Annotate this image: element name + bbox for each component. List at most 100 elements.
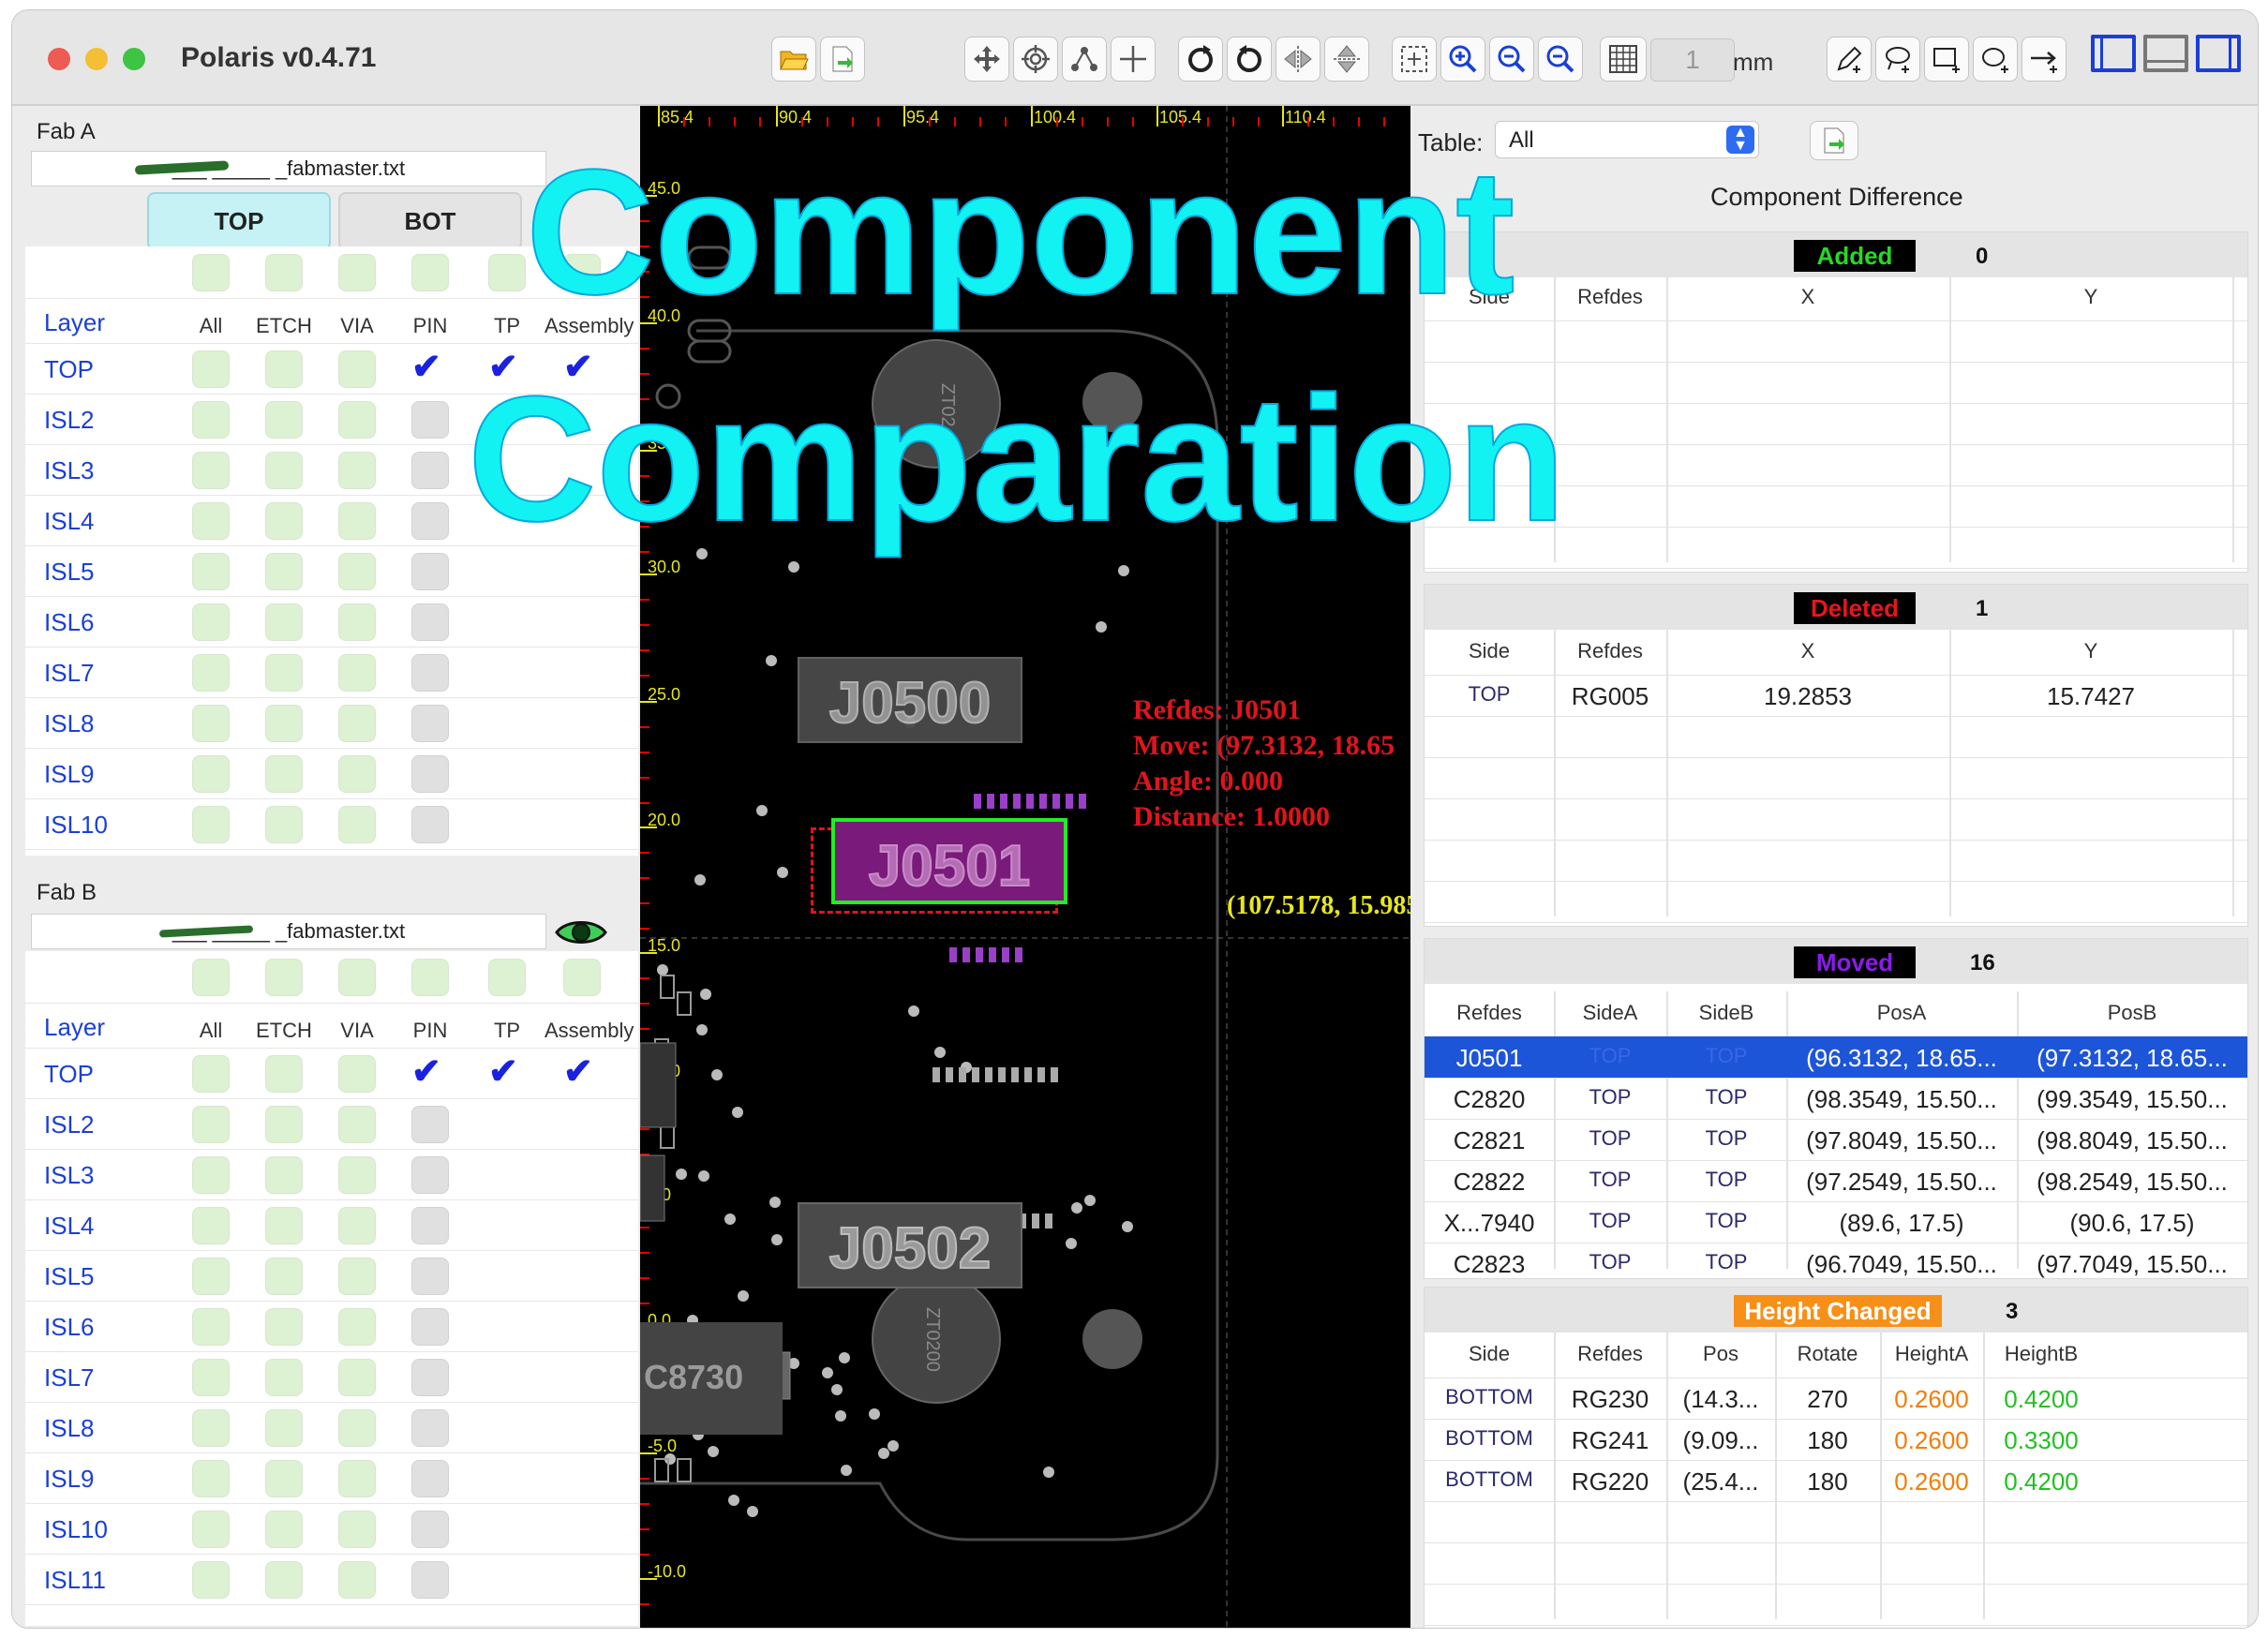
zoom-out-button[interactable] (1489, 37, 1534, 82)
layer-checkbox[interactable] (265, 401, 303, 439)
deleted-col-side[interactable]: Side (1425, 639, 1554, 663)
layer-checkbox[interactable] (265, 1409, 303, 1447)
layer-checkbox[interactable] (265, 1511, 303, 1548)
layer-checkbox[interactable] (338, 1561, 376, 1599)
layer-checkbox[interactable] (338, 1156, 376, 1194)
layer-checkbox[interactable] (192, 401, 230, 439)
layer-pin-checkbox[interactable] (411, 1359, 449, 1396)
layer-checkbox[interactable] (338, 502, 376, 540)
layer-checkbox[interactable] (192, 1207, 230, 1244)
layer-pin-checkbox[interactable] (411, 705, 449, 742)
deleted-col-x[interactable]: X (1666, 639, 1949, 663)
layer-checkbox[interactable] (338, 654, 376, 692)
layer-name[interactable]: ISL9 (44, 760, 95, 789)
layer-name[interactable]: ISL4 (44, 507, 95, 536)
column-toggle-checkbox[interactable] (338, 254, 376, 291)
layer-checkbox[interactable] (192, 350, 230, 388)
layer-name[interactable]: ISL8 (44, 1414, 95, 1443)
layer-name[interactable]: ISL7 (44, 659, 95, 688)
layer-checkbox[interactable] (338, 1308, 376, 1346)
layer-name[interactable]: ISL10 (44, 1515, 108, 1544)
component-c8730-body[interactable]: C8730 (640, 1322, 783, 1435)
layer-checkbox[interactable] (192, 806, 230, 843)
layer-checkbox[interactable] (338, 1511, 376, 1548)
draw-line-button[interactable] (1827, 37, 1872, 82)
table-filter-select[interactable]: All ▲ ▼ (1495, 121, 1759, 158)
layer-checkbox[interactable] (338, 1207, 376, 1244)
checkmark-icon[interactable]: ✔ (563, 1054, 593, 1090)
layer-name[interactable]: TOP (44, 1060, 94, 1089)
moved-col-refdes[interactable]: Refdes (1425, 1001, 1554, 1025)
layer-checkbox[interactable] (192, 1106, 230, 1143)
pan-tool-button[interactable] (964, 37, 1009, 82)
layer-checkbox[interactable] (338, 1409, 376, 1447)
rotate-ccw-button[interactable] (1227, 37, 1272, 82)
layer-checkbox[interactable] (192, 705, 230, 742)
layer-checkbox[interactable] (338, 452, 376, 489)
fab-b-file-field[interactable]: ___ _____ _fabmaster.txt (31, 914, 546, 949)
layer-checkbox[interactable] (338, 1106, 376, 1143)
layer-name[interactable]: ISL8 (44, 709, 95, 738)
layer-pin-checkbox[interactable] (411, 1511, 449, 1548)
layer-name[interactable]: ISL3 (44, 1161, 95, 1190)
moved-col-sidea[interactable]: SideA (1554, 1001, 1666, 1025)
layer-name[interactable]: ISL10 (44, 811, 108, 840)
height-col-side[interactable]: Side (1425, 1342, 1554, 1366)
layer-name[interactable]: ISL9 (44, 1465, 95, 1494)
layer-checkbox[interactable] (338, 806, 376, 843)
draw-ellipse-button[interactable] (1973, 37, 2018, 82)
layer-checkbox[interactable] (192, 755, 230, 793)
layer-checkbox[interactable] (265, 1308, 303, 1346)
moved-col-posb[interactable]: PosB (2017, 1001, 2247, 1025)
layer-checkbox[interactable] (265, 1156, 303, 1194)
layer-checkbox[interactable] (265, 1561, 303, 1599)
layer-checkbox[interactable] (265, 1207, 303, 1244)
moved-col-sideb[interactable]: SideB (1666, 1001, 1786, 1025)
checkmark-icon[interactable]: ✔ (488, 1054, 518, 1090)
column-toggle-checkbox[interactable] (411, 254, 449, 291)
layer-checkbox[interactable] (192, 1511, 230, 1548)
layer-checkbox[interactable] (265, 755, 303, 793)
layer-checkbox[interactable] (338, 401, 376, 439)
component-j0502-body[interactable]: J0502 (798, 1202, 1022, 1288)
layer-checkbox[interactable] (338, 1258, 376, 1295)
layer-checkbox[interactable] (192, 1409, 230, 1447)
layer-checkbox[interactable] (192, 502, 230, 540)
layer-name[interactable]: TOP (44, 355, 94, 384)
right-panel-toggle-icon[interactable] (2196, 35, 2241, 72)
zoom-reset-button[interactable] (1538, 37, 1583, 82)
zoom-in-button[interactable] (1440, 37, 1485, 82)
layer-pin-checkbox[interactable] (411, 1106, 449, 1143)
layer-name[interactable]: ISL4 (44, 1212, 95, 1241)
layer-checkbox[interactable] (192, 603, 230, 641)
net-tool-button[interactable] (1062, 37, 1107, 82)
layer-pin-checkbox[interactable] (411, 1308, 449, 1346)
layer-pin-checkbox[interactable] (411, 755, 449, 793)
layer-pin-checkbox[interactable] (411, 806, 449, 843)
layer-checkbox[interactable] (192, 1258, 230, 1295)
export-table-button[interactable] (1810, 121, 1858, 160)
layer-checkbox[interactable] (338, 1055, 376, 1093)
layer-pin-checkbox[interactable] (411, 401, 449, 439)
draw-arrow-button[interactable] (2022, 37, 2067, 82)
deleted-col-y[interactable]: Y (1949, 639, 2232, 663)
height-col-pos[interactable]: Pos (1666, 1342, 1775, 1366)
layer-checkbox[interactable] (265, 654, 303, 692)
moved-col-posa[interactable]: PosA (1786, 1001, 2017, 1025)
flip-horizontal-button[interactable] (1276, 37, 1321, 82)
zoom-window-button[interactable] (123, 48, 145, 70)
layer-pin-checkbox[interactable] (411, 654, 449, 692)
layer-pin-checkbox[interactable] (411, 452, 449, 489)
minimize-window-button[interactable] (85, 48, 108, 70)
bottom-panel-toggle-icon[interactable] (2143, 35, 2188, 72)
layer-checkbox[interactable] (192, 553, 230, 590)
layer-name[interactable]: ISL11 (44, 1566, 106, 1595)
layer-checkbox[interactable] (192, 1460, 230, 1497)
fab-a-file-field[interactable]: ___ _____ _fabmaster.txt (31, 151, 546, 186)
layer-checkbox[interactable] (338, 350, 376, 388)
layer-pin-checkbox[interactable] (411, 1460, 449, 1497)
draw-rect-button[interactable] (1924, 37, 1969, 82)
column-toggle-checkbox[interactable] (488, 254, 526, 291)
layer-checkbox[interactable] (265, 1106, 303, 1143)
layer-name[interactable]: ISL2 (44, 1110, 95, 1139)
